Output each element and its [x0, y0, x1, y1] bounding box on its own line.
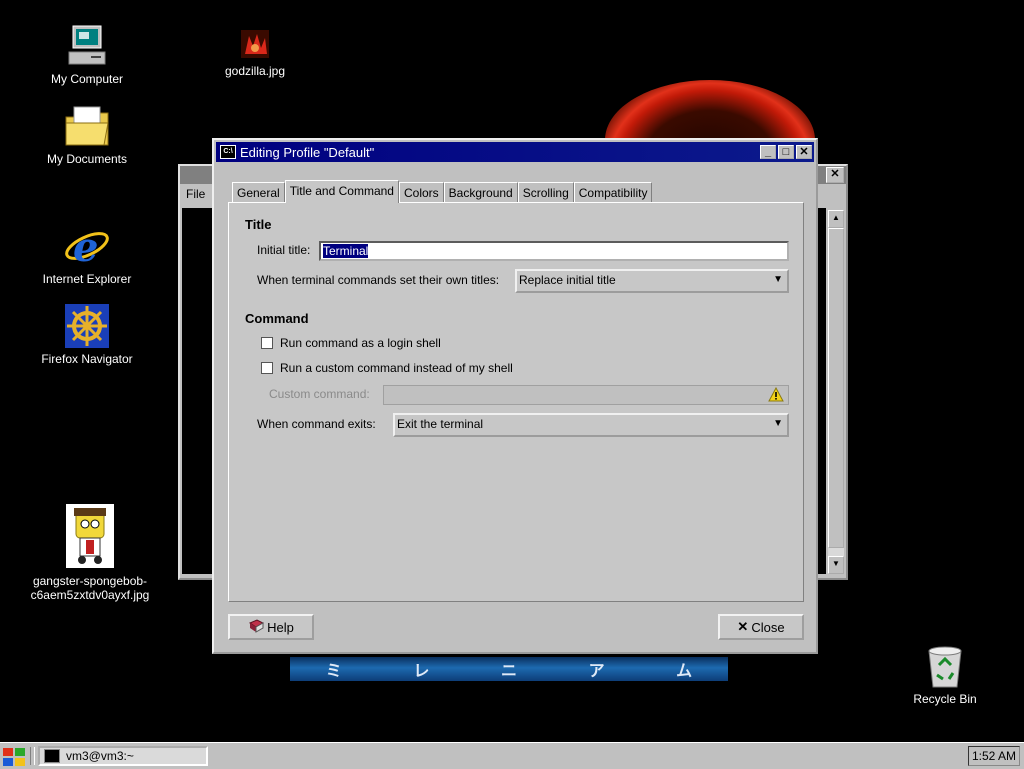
tab-title-and-command[interactable]: Title and Command [284, 180, 399, 203]
banner-char: レ [413, 661, 430, 680]
tab-strip: General Title and Command Colors Backgro… [232, 180, 653, 203]
banner-char: ム [676, 661, 693, 680]
exit-action-label: When command exits: [257, 417, 376, 431]
close-button[interactable]: ✕ [796, 145, 812, 159]
desktop-icon-godzilla[interactable]: godzilla.jpg [200, 26, 310, 78]
computer-icon [63, 22, 111, 70]
initial-title-value: Terminal [323, 244, 369, 258]
dynamic-title-value: Replace initial title [519, 273, 616, 287]
tab-general[interactable]: General [232, 182, 285, 203]
scroll-down-icon[interactable]: ▼ [828, 556, 844, 574]
custom-command-label: Custom command: [269, 387, 370, 401]
desktop-icon-label: gangster-spongebob-c6aem5zxtdv0ayxf.jpg [30, 574, 150, 602]
system-clock: 1:52 AM [968, 746, 1020, 766]
maximize-button[interactable]: □ [778, 145, 794, 159]
custom-command-input [383, 385, 789, 405]
desktop-icon-label: Internet Explorer [42, 272, 132, 286]
terminal-app-icon [44, 749, 60, 763]
desktop-icon-label: My Documents [46, 152, 128, 166]
desktop-icon-label: godzilla.jpg [224, 64, 286, 78]
image-file-icon [66, 504, 114, 568]
desktop-icon-label: My Computer [50, 72, 124, 86]
initial-title-input[interactable]: Terminal [319, 241, 789, 261]
help-book-icon [248, 618, 265, 636]
wallpaper-banner: ミ レ ニ ア ム [290, 657, 728, 681]
internet-explorer-icon: e [63, 222, 111, 270]
tab-scrolling[interactable]: Scrolling [517, 182, 574, 203]
desktop-icon-label: Recycle Bin [913, 692, 977, 706]
close-icon: ✕ [737, 619, 749, 634]
close-icon[interactable]: ✕ [826, 167, 844, 183]
maximize-icon: □ [782, 146, 790, 158]
folder-icon [63, 102, 111, 150]
scroll-up-icon[interactable]: ▲ [828, 210, 844, 228]
desktop-icon-internet-explorer[interactable]: e Internet Explorer [32, 222, 142, 286]
windows-logo-icon [3, 748, 13, 756]
desktop-icon-recycle-bin[interactable]: Recycle Bin [890, 642, 1000, 706]
custom-command-check-label: Run a custom command instead of my shell [280, 361, 513, 375]
recycle-bin-icon [921, 642, 969, 690]
tab-compatibility[interactable]: Compatibility [573, 182, 653, 203]
tab-colors[interactable]: Colors [398, 182, 444, 203]
terminal-scrollbar[interactable]: ▲ ▼ [828, 210, 844, 574]
banner-char: ニ [500, 661, 517, 680]
warning-icon [768, 386, 784, 405]
image-file-icon [231, 26, 279, 62]
dynamic-title-select[interactable]: Replace initial title ▼ [515, 269, 789, 293]
desktop-icon-spongebob[interactable]: gangster-spongebob-c6aem5zxtdv0ayxf.jpg [24, 504, 156, 602]
taskbar: vm3@vm3:~ 1:52 AM [0, 742, 1024, 769]
dialog-titlebar[interactable]: C:\ Editing Profile "Default" _ □ ✕ [216, 142, 814, 162]
taskbar-grip [30, 747, 35, 765]
tab-panel: Title Initial title: Terminal When termi… [228, 202, 804, 602]
dialog-title: Editing Profile "Default" [240, 144, 375, 160]
exit-action-select[interactable]: Exit the terminal ▼ [393, 413, 789, 437]
desktop-icon-my-documents[interactable]: My Documents [32, 102, 142, 166]
scrollbar-thumb[interactable] [828, 228, 844, 548]
checkbox-box[interactable] [261, 337, 273, 349]
help-button[interactable]: Help [228, 614, 314, 640]
chevron-down-icon: ▼ [773, 274, 783, 285]
minimize-button[interactable]: _ [760, 145, 776, 159]
initial-title-label: Initial title: [257, 243, 311, 257]
banner-char: ミ [325, 661, 342, 680]
desktop-icon-label: Firefox Navigator [41, 352, 133, 366]
editing-profile-dialog: C:\ Editing Profile "Default" _ □ ✕ Gene… [212, 138, 818, 654]
command-section-heading: Command [245, 311, 309, 326]
tab-background[interactable]: Background [443, 182, 518, 203]
dynamic-title-label: When terminal commands set their own tit… [257, 273, 500, 287]
minimize-icon: _ [764, 146, 772, 158]
close-icon: ✕ [799, 146, 809, 158]
close-label: Close [751, 619, 785, 635]
login-shell-label: Run command as a login shell [280, 336, 441, 350]
terminal-app-icon: C:\ [220, 145, 236, 159]
desktop-icon-firefox-navigator[interactable]: Firefox Navigator [32, 302, 142, 366]
custom-command-checkbox[interactable]: Run a custom command instead of my shell [261, 361, 513, 375]
start-button[interactable] [0, 745, 28, 767]
exit-action-value: Exit the terminal [397, 417, 484, 431]
desktop-icon-my-computer[interactable]: My Computer [32, 22, 142, 86]
login-shell-checkbox[interactable]: Run command as a login shell [261, 336, 441, 350]
help-label: Help [267, 619, 294, 635]
chevron-down-icon: ▼ [773, 418, 783, 429]
checkbox-box[interactable] [261, 362, 273, 374]
ship-wheel-icon [63, 302, 111, 350]
close-dialog-button[interactable]: ✕ Close [718, 614, 804, 640]
title-section-heading: Title [245, 217, 272, 232]
banner-char: ア [588, 661, 605, 680]
svg-text:e: e [73, 224, 98, 269]
taskbar-item-terminal[interactable]: vm3@vm3:~ [38, 746, 208, 766]
taskbar-item-label: vm3@vm3:~ [66, 749, 134, 763]
